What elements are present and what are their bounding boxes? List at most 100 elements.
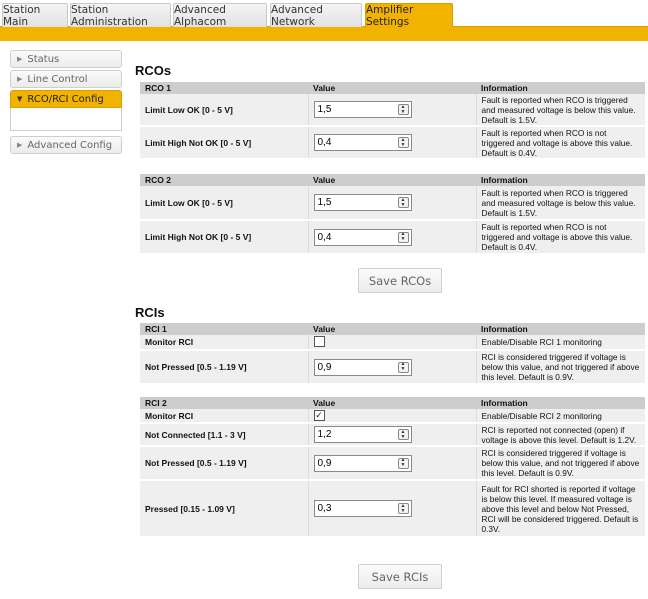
not-pressed-stepper[interactable]: ▲▼: [313, 358, 412, 376]
not-pressed-stepper[interactable]: ▲▼: [313, 454, 412, 472]
sidebar-item-rco-rci-config[interactable]: ▼ RCO/RCI Config: [10, 90, 122, 108]
limit-low-ok-stepper[interactable]: ▲▼: [313, 194, 412, 211]
table-row: Not Pressed [0.5 - 1.19 V] ▲▼ RCI is con…: [140, 446, 645, 481]
rci2-table: RCI 2 Value Information Monitor RCI ✓ En…: [140, 397, 645, 538]
table-name: RCO 1: [140, 82, 308, 94]
tab-label: Station Main: [3, 3, 41, 28]
table-row: Not Pressed [0.5 - 1.19 V] ▲▼ RCI is con…: [140, 350, 645, 385]
row-information: RCI is considered triggered if voltage i…: [476, 446, 645, 481]
sidebar-item-label: RCO/RCI Config: [27, 93, 104, 105]
row-information: Fault for RCI shorted is reported if vol…: [476, 480, 645, 538]
value-header: Value: [308, 174, 476, 186]
pressed-stepper[interactable]: ▲▼: [313, 500, 412, 517]
not-pressed-input[interactable]: [314, 359, 393, 375]
tab-station-main[interactable]: Station Main: [2, 3, 68, 28]
row-label: Limit High Not OK [0 - 5 V]: [140, 126, 308, 160]
table-name: RCI 1: [140, 323, 308, 335]
table-header-row: RCI 2 Value Information: [140, 397, 645, 409]
table-row: Pressed [0.15 - 1.09 V] ▲▼ Fault for RCI…: [140, 480, 645, 538]
information-header: Information: [476, 174, 645, 186]
spin-arrows-icon[interactable]: ▲ ▼: [397, 137, 409, 148]
rco1-table: RCO 1 Value Information Limit Low OK [0 …: [140, 82, 645, 160]
monitor-rci-2-checkbox[interactable]: ✓: [313, 410, 325, 421]
row-information: Fault is reported when RCO is not trigge…: [476, 126, 645, 160]
spin-arrows-icon[interactable]: ▲ ▼: [397, 361, 409, 373]
rci1-table: RCI 1 Value Information Monitor RCI Enab…: [140, 323, 645, 385]
sidebar-submenu-panel: [10, 108, 122, 131]
row-information: Enable/Disable RCI 1 monitoring: [476, 335, 645, 351]
not-connected-stepper[interactable]: ▲▼: [313, 426, 412, 443]
caret-right-icon: ▶: [17, 55, 23, 63]
information-header: Information: [476, 323, 645, 335]
information-header: Information: [476, 397, 645, 409]
table-row: Limit High Not OK [0 - 5 V] ▲▼ Fault is …: [140, 220, 645, 255]
value-header: Value: [308, 397, 476, 409]
row-label: Not Pressed [0.5 - 1.19 V]: [140, 350, 308, 385]
limit-low-ok-input[interactable]: [314, 102, 393, 117]
sidebar-item-line-control[interactable]: ▶ Line Control: [10, 70, 122, 88]
table-row: Not Connected [1.1 - 3 V] ▲▼ RCI is repo…: [140, 423, 645, 447]
row-label: Limit Low OK [0 - 5 V]: [140, 94, 308, 127]
tab-advanced-network[interactable]: Advanced Network: [270, 3, 362, 28]
spin-arrows-icon[interactable]: ▲ ▼: [397, 197, 409, 208]
table-row: Monitor RCI Enable/Disable RCI 1 monitor…: [140, 335, 645, 351]
limit-low-ok-input[interactable]: [314, 195, 393, 210]
caret-right-icon: ▶: [17, 75, 23, 83]
row-label: Not Pressed [0.5 - 1.19 V]: [140, 446, 308, 481]
pressed-input[interactable]: [314, 501, 393, 516]
tab-content-band: [0, 27, 648, 41]
value-header: Value: [308, 323, 476, 335]
sidebar-item-label: Status: [27, 53, 60, 65]
tab-bar: Station Main Station Administration Adva…: [0, 0, 648, 28]
table-row: Limit Low OK [0 - 5 V] ▲▼ Fault is repor…: [140, 94, 645, 127]
tab-station-administration[interactable]: Station Administration: [70, 3, 171, 28]
table-name: RCI 2: [140, 397, 308, 409]
row-label: Monitor RCI: [140, 409, 308, 424]
row-information: Enable/Disable RCI 2 monitoring: [476, 409, 645, 424]
table-header-row: RCO 1 Value Information: [140, 82, 645, 94]
row-information: RCI is considered triggered if voltage i…: [476, 350, 645, 385]
tab-amplifier-settings[interactable]: Amplifier Settings: [365, 3, 453, 28]
spin-arrows-icon[interactable]: ▲ ▼: [397, 503, 409, 514]
row-label: Monitor RCI: [140, 335, 308, 351]
sidebar-item-advanced-config[interactable]: ▶ Advanced Config: [10, 136, 122, 154]
row-label: Not Connected [1.1 - 3 V]: [140, 423, 308, 447]
limit-low-ok-stepper[interactable]: ▲▼: [313, 101, 412, 118]
limit-high-not-ok-input[interactable]: [314, 135, 393, 150]
tab-advanced-alphacom[interactable]: Advanced Alphacom: [173, 3, 267, 28]
table-name: RCO 2: [140, 174, 308, 186]
tab-label: Amplifier Settings: [366, 3, 414, 28]
save-rcis-button[interactable]: Save RCIs: [358, 564, 442, 589]
table-header-row: RCI 1 Value Information: [140, 323, 645, 335]
table-row: Limit Low OK [0 - 5 V] ▲▼ Fault is repor…: [140, 186, 645, 221]
monitor-rci-1-checkbox[interactable]: [313, 335, 325, 347]
row-label: Pressed [0.15 - 1.09 V]: [140, 480, 308, 538]
not-connected-input[interactable]: [314, 427, 393, 442]
not-pressed-input[interactable]: [314, 455, 393, 471]
caret-down-icon: ▼: [17, 95, 23, 103]
value-header: Value: [308, 82, 476, 94]
caret-right-icon: ▶: [17, 141, 23, 149]
rcos-heading: RCOs: [135, 63, 172, 78]
spin-arrows-icon[interactable]: ▲ ▼: [397, 429, 409, 440]
limit-high-not-ok-input[interactable]: [314, 229, 393, 245]
row-label: Limit Low OK [0 - 5 V]: [140, 186, 308, 221]
sidebar: ▶ Status ▶ Line Control ▼ RCO/RCI Config…: [10, 50, 122, 156]
rcis-heading: RCIs: [135, 305, 165, 320]
tab-label: Advanced Network: [271, 3, 323, 28]
spin-arrows-icon[interactable]: ▲ ▼: [397, 457, 409, 469]
tab-label: Station Administration: [71, 3, 148, 28]
table-row: Monitor RCI ✓ Enable/Disable RCI 2 monit…: [140, 409, 645, 424]
sidebar-item-status[interactable]: ▶ Status: [10, 50, 122, 68]
rco2-table: RCO 2 Value Information Limit Low OK [0 …: [140, 174, 645, 255]
tab-label: Advanced Alphacom: [174, 3, 227, 28]
limit-high-not-ok-stepper[interactable]: ▲▼: [313, 228, 412, 246]
spin-arrows-icon[interactable]: ▲ ▼: [397, 104, 409, 115]
spin-arrows-icon[interactable]: ▲ ▼: [397, 231, 409, 243]
limit-high-not-ok-stepper[interactable]: ▲▼: [313, 134, 412, 151]
row-information: RCI is reported not connected (open) if …: [476, 423, 645, 447]
save-rcos-button[interactable]: Save RCOs: [358, 268, 442, 293]
table-header-row: RCO 2 Value Information: [140, 174, 645, 186]
row-information: Fault is reported when RCO is triggered …: [476, 94, 645, 127]
row-information: Fault is reported when RCO is triggered …: [476, 186, 645, 221]
